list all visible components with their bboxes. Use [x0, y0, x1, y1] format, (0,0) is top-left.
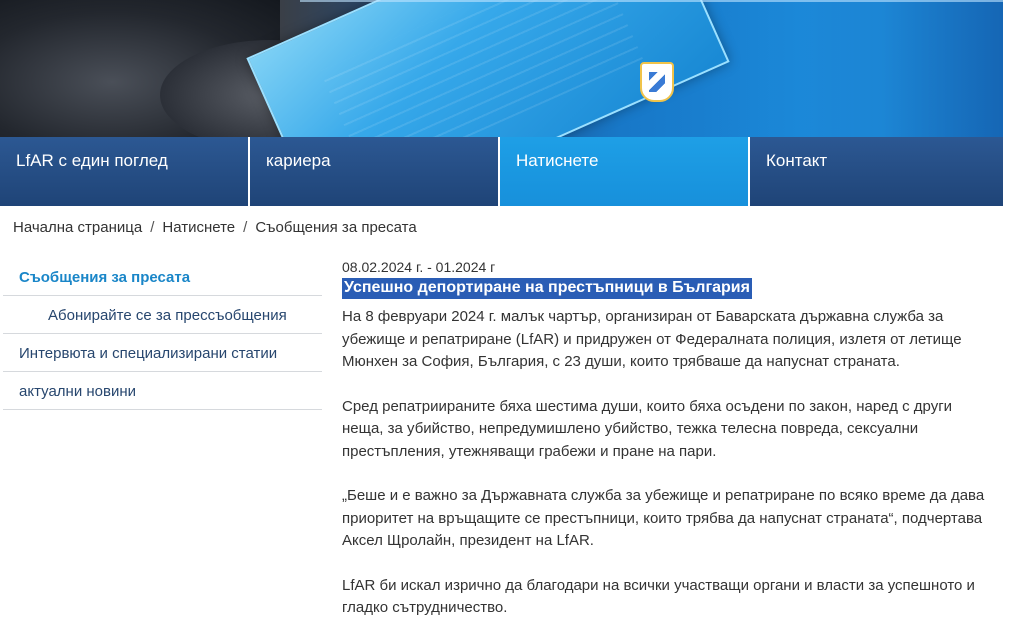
breadcrumb-press-releases[interactable]: Съобщения за пресата	[255, 219, 416, 236]
article-paragraph: На 8 февруари 2024 г. малък чартър, орга…	[342, 308, 962, 370]
breadcrumb-separator: /	[243, 219, 248, 236]
nav-item-lfar-overview[interactable]: LfAR с един поглед	[0, 137, 250, 206]
main-navigation: LfAR с един поглед кариера Натиснете Кон…	[0, 137, 1003, 206]
bavarian-crest-icon	[640, 62, 674, 102]
article-paragraph: Сред репатриираните бяха шестима души, к…	[342, 397, 953, 460]
article-date: 08.02.2024 г. - 01.2024 г	[342, 259, 496, 275]
nav-item-career[interactable]: кариера	[250, 137, 500, 206]
breadcrumb: Начална страница / Натиснете / Съобщения за …	[13, 219, 417, 236]
sidebar-item-press-releases[interactable]: Съобщения за пресата	[3, 258, 322, 296]
sidebar-item-subscribe[interactable]: Абонирайте се за прессъобщения	[3, 296, 322, 334]
breadcrumb-press[interactable]: Натиснете	[162, 219, 235, 236]
breadcrumb-separator: /	[150, 219, 155, 236]
article: 08.02.2024 г. - 01.2024 г Успешно депорт…	[342, 259, 992, 620]
header-banner-image	[0, 0, 1003, 137]
nav-item-press[interactable]: Натиснете	[500, 137, 750, 206]
article-paragraph: LfAR би искал изрично да благодари на вс…	[342, 576, 975, 617]
sidebar-item-interviews[interactable]: Интервюта и специализирани статии	[3, 334, 322, 372]
sidebar: Съобщения за пресата Абонирайте се за пр…	[3, 258, 322, 410]
breadcrumb-home[interactable]: Начална страница	[13, 219, 142, 236]
article-paragraph: „Беше и е важно за Държавната служба за …	[342, 487, 985, 549]
sidebar-item-current-news[interactable]: актуални новини	[3, 372, 322, 410]
nav-item-contact[interactable]: Контакт	[750, 137, 1003, 206]
article-title: Успешно депортиране на престъпници в Бъл…	[342, 278, 752, 299]
